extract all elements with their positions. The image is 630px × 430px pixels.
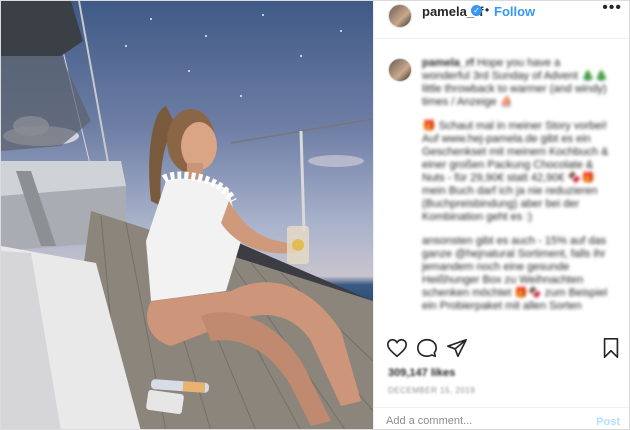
post-date: DECEMBER 15, 2019 <box>388 386 476 395</box>
action-bar <box>374 337 629 363</box>
comment-icon[interactable] <box>416 337 438 359</box>
caption-avatar[interactable] <box>388 58 412 82</box>
post-side-panel: pamela_rf ✓ • Follow ••• pamela_rf Hope … <box>373 1 629 429</box>
caption-paragraph: pamela_rf Hope you have a wonderful 3rd … <box>422 57 610 109</box>
photo-illustration <box>1 1 373 429</box>
share-icon[interactable] <box>446 337 468 359</box>
post-header: pamela_rf ✓ • Follow ••• <box>374 1 629 39</box>
comment-input[interactable] <box>386 412 576 429</box>
avatar[interactable] <box>388 4 412 28</box>
heart-icon[interactable] <box>386 337 408 359</box>
comment-bar: Post <box>374 407 629 429</box>
post-comment-button[interactable]: Post <box>596 416 620 428</box>
caption-username-link[interactable]: pamela_rf <box>422 57 474 69</box>
post-photo[interactable] <box>1 1 373 429</box>
caption-paragraph: 🎁 Schaut mal in meiner Story vorbei! Auf… <box>422 120 609 223</box>
follow-button[interactable]: Follow <box>494 4 535 19</box>
likes-count[interactable]: 309,147 likes <box>388 367 455 379</box>
verified-badge-icon: ✓ <box>471 5 482 16</box>
post-caption: pamela_rf Hope you have a wonderful 3rd … <box>422 57 610 329</box>
more-options-icon[interactable]: ••• <box>602 1 622 17</box>
separator-dot: • <box>485 3 490 17</box>
bookmark-icon[interactable] <box>600 337 622 359</box>
instagram-post-frame: pamela_rf ✓ • Follow ••• pamela_rf Hope … <box>0 0 630 430</box>
caption-paragraph: ansonsten gibt es auch - 15% auf das gan… <box>422 235 608 312</box>
